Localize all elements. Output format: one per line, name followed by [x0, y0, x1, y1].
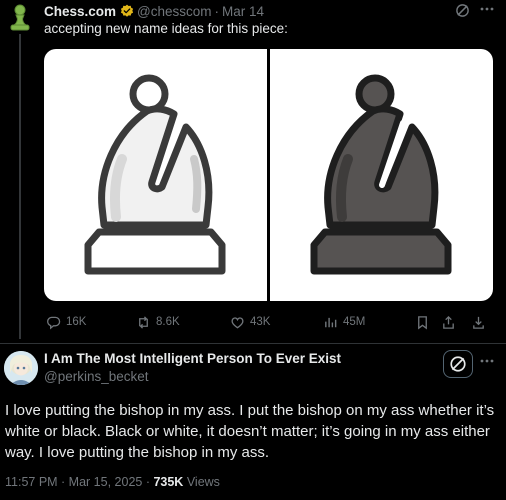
- black-bishop-icon: [310, 74, 452, 275]
- reply-text: I love putting the bishop in my ass. I p…: [5, 402, 495, 461]
- grok-icon[interactable]: [455, 3, 470, 18]
- thread-line: [19, 34, 21, 339]
- more-icon[interactable]: [479, 1, 495, 17]
- post-header: Chess.com @chesscom · Mar 14: [44, 2, 264, 20]
- reply-icon: [47, 316, 61, 330]
- post-divider: [0, 343, 506, 344]
- share-icon: [443, 315, 454, 329]
- avatar-chesscom[interactable]: [7, 3, 33, 33]
- reply-count: 16K: [66, 316, 87, 328]
- bookmark-button[interactable]: [415, 313, 435, 331]
- anime-character-avatar-icon: [4, 351, 38, 385]
- image-white-bishop[interactable]: [44, 49, 267, 301]
- author-name[interactable]: Chess.com: [44, 4, 116, 19]
- share-button[interactable]: [441, 313, 461, 331]
- verified-badge-icon: [120, 4, 134, 17]
- views-total: 735K: [153, 475, 184, 489]
- post-date[interactable]: Mar 14: [222, 4, 264, 19]
- pawn-icon: [10, 4, 30, 31]
- views-label: Views: [183, 475, 220, 489]
- more-icon[interactable]: [479, 353, 495, 369]
- post-media[interactable]: [44, 49, 493, 301]
- bookmark-icon: [418, 315, 427, 329]
- repost-count: 8.6K: [156, 316, 180, 328]
- post-timestamp[interactable]: 11:57 PM · Mar 15, 2025 ·: [5, 475, 153, 489]
- download-icon: [473, 316, 484, 329]
- like-count: 43K: [250, 316, 271, 328]
- avatar-perkins-becket[interactable]: [4, 351, 38, 385]
- image-black-bishop[interactable]: [270, 49, 493, 301]
- author-handle[interactable]: @chesscom: [137, 4, 211, 19]
- heart-icon: [231, 316, 244, 328]
- views-count: 45M: [343, 316, 366, 328]
- post-metadata: 11:57 PM · Mar 15, 2025 · 735K Views: [5, 475, 220, 489]
- repost-icon: [139, 315, 148, 329]
- white-bishop-icon: [84, 74, 226, 275]
- like-button[interactable]: 43K: [230, 313, 270, 331]
- separator-dot: ·: [214, 3, 220, 19]
- download-button[interactable]: [471, 313, 491, 331]
- grok-button[interactable]: [443, 350, 473, 378]
- views-icon: [325, 317, 337, 327]
- reply-author-handle[interactable]: @perkins_becket: [44, 369, 149, 384]
- reply-author-name[interactable]: I Am The Most Intelligent Person To Ever…: [44, 351, 341, 366]
- views-button[interactable]: 45M: [323, 313, 365, 331]
- reply-button[interactable]: 16K: [46, 313, 86, 331]
- repost-button[interactable]: 8.6K: [136, 313, 180, 331]
- post-text: accepting new name ideas for this piece:: [44, 21, 288, 36]
- grok-icon: [450, 356, 466, 372]
